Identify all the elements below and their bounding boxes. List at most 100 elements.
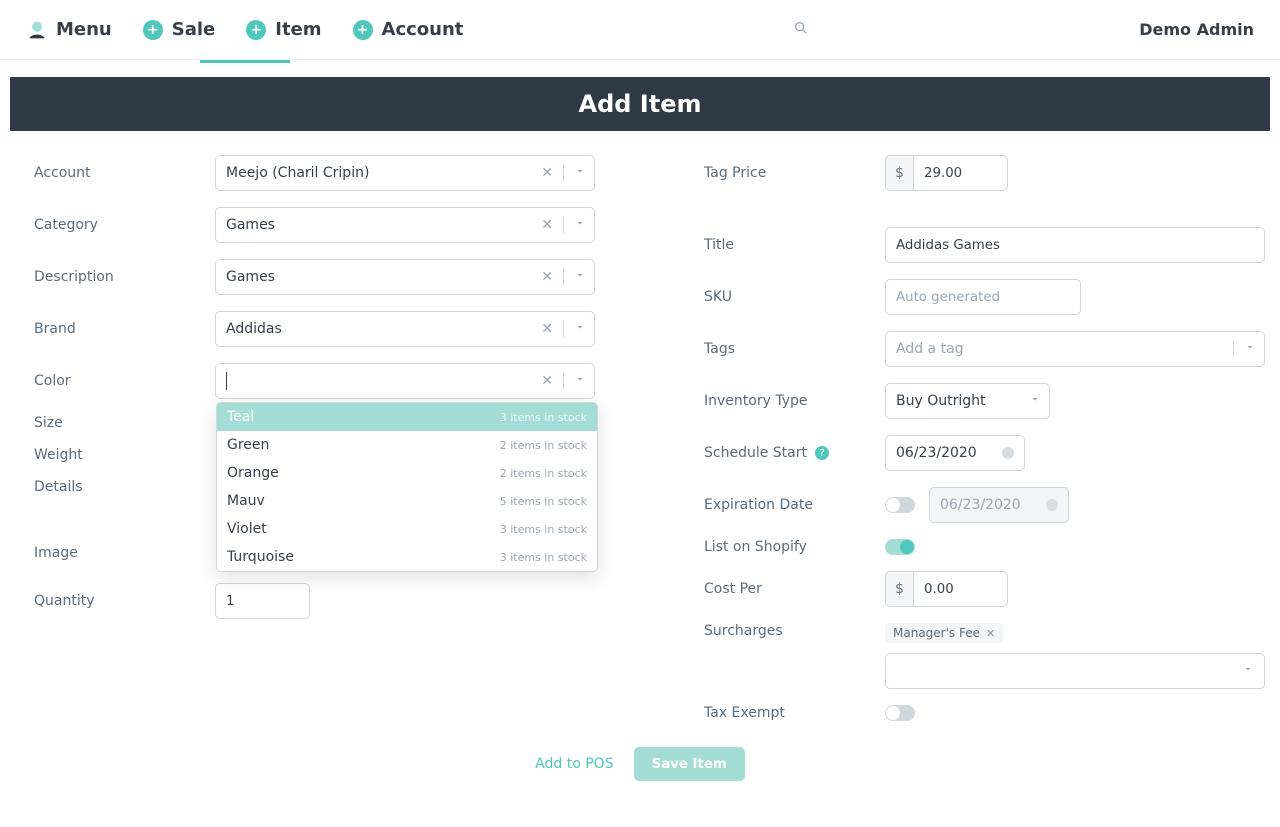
tag-price-field: $ [885,155,1008,191]
remove-chip-icon[interactable]: ✕ [986,627,995,640]
tag-price-input[interactable] [913,155,1008,191]
color-option-stock: 3 items in stock [500,523,587,536]
plus-icon: + [352,19,374,41]
account-select[interactable]: Meejo (Charil Cripin) ✕ [215,155,595,191]
nav-account-label: Account [382,19,464,40]
inventory-type-select[interactable]: Buy Outright [885,383,1050,419]
chevron-down-icon[interactable] [563,165,586,181]
nav-sale[interactable]: + Sale [142,19,216,41]
chevron-down-icon[interactable] [1019,393,1041,409]
color-option[interactable]: Mauv 5 items in stock [217,487,597,515]
color-option-stock: 5 items in stock [500,495,587,508]
list-shopify-label: List on Shopify [704,539,869,555]
chevron-down-icon[interactable] [1242,663,1254,679]
color-option-stock: 2 items in stock [500,467,587,480]
brand-label: Brand [34,321,199,337]
plus-icon: + [142,19,164,41]
chevron-down-icon[interactable] [1233,341,1256,357]
page-title: Add Item [579,90,702,118]
color-option[interactable]: Orange 2 items in stock [217,459,597,487]
weight-label: Weight [34,447,199,463]
description-value: Games [224,269,531,285]
plus-icon: + [245,19,267,41]
active-tab-indicator [200,60,290,63]
nav-sale-label: Sale [172,19,216,40]
nav-item-label: Item [275,19,321,40]
tags-select[interactable]: Add a tag [885,331,1265,367]
surcharges-select[interactable] [885,653,1265,689]
quantity-input[interactable] [215,583,310,619]
help-icon[interactable]: ? [815,446,829,460]
color-option[interactable]: Turquoise 3 items in stock [217,543,597,571]
description-select[interactable]: Games ✕ [215,259,595,295]
clear-icon[interactable]: ✕ [531,165,563,181]
color-option-stock: 3 items in stock [500,411,587,424]
schedule-start-date[interactable]: 06/23/2020 [885,435,1025,471]
chevron-down-icon[interactable] [563,373,586,389]
tax-exempt-toggle[interactable] [885,705,915,721]
image-label: Image [34,545,199,561]
chevron-down-icon[interactable] [563,269,586,285]
color-option-name: Turquoise [227,549,294,565]
sku-label: SKU [704,289,869,305]
current-user[interactable]: Demo Admin [1139,20,1254,39]
expiration-label: Expiration Date [704,497,869,513]
quantity-label: Quantity [34,593,199,609]
tags-label: Tags [704,341,869,357]
color-value [224,372,531,390]
inventory-type-label: Inventory Type [704,393,869,409]
nav-menu-label: Menu [56,19,112,40]
clear-icon[interactable]: ✕ [531,373,563,389]
brand-value: Addidas [224,321,531,337]
color-option[interactable]: Violet 3 items in stock [217,515,597,543]
description-label: Description [34,269,199,285]
clear-icon[interactable]: ✕ [531,217,563,233]
color-option[interactable]: Teal 3 items in stock [217,403,597,431]
surcharges-label: Surcharges [704,623,869,639]
color-option-name: Mauv [227,493,265,509]
cost-per-field: $ [885,571,1008,607]
title-input[interactable] [885,227,1265,263]
sku-input[interactable] [885,279,1081,315]
color-option-name: Orange [227,465,279,481]
nav-item[interactable]: + Item [245,19,321,41]
expiration-date: 06/23/2020 [929,487,1069,523]
clear-icon[interactable]: ✕ [531,269,563,285]
chevron-down-icon[interactable] [563,321,586,337]
inventory-type-value: Buy Outright [894,393,1019,409]
save-item-button[interactable]: Save Item [634,747,745,781]
color-option-stock: 3 items in stock [500,551,587,564]
add-to-pos-link[interactable]: Add to POS [535,756,613,772]
expiration-value: 06/23/2020 [940,497,1021,513]
nav-account[interactable]: + Account [352,19,464,41]
account-value: Meejo (Charil Cripin) [224,165,531,181]
tag-price-label: Tag Price [704,165,869,181]
color-option-name: Teal [227,409,254,425]
title-label: Title [704,237,869,253]
clear-date-icon [1046,499,1058,511]
tax-exempt-label: Tax Exempt [704,705,869,721]
menu-icon [26,19,48,41]
color-select[interactable]: ✕ Teal3 items in stockGreen2 items in st… [215,363,595,399]
category-select[interactable]: Games ✕ [215,207,595,243]
cost-per-input[interactable] [913,571,1008,607]
category-value: Games [224,217,531,233]
color-option-stock: 2 items in stock [500,439,587,452]
chevron-down-icon[interactable] [563,217,586,233]
list-shopify-toggle[interactable] [885,539,915,555]
surcharge-chip: Manager's Fee ✕ [885,623,1003,643]
expiration-toggle[interactable] [885,497,915,513]
color-dropdown: Teal 3 items in stock Green 2 items in stoc… [216,402,598,572]
clear-date-icon[interactable] [1002,447,1014,459]
clear-icon[interactable]: ✕ [531,321,563,337]
color-label: Color [34,373,199,389]
size-label: Size [34,415,199,431]
brand-select[interactable]: Addidas ✕ [215,311,595,347]
color-option-name: Violet [227,521,267,537]
color-option-name: Green [227,437,269,453]
search-icon[interactable] [793,20,809,40]
details-label: Details [34,479,199,495]
cost-per-label: Cost Per [704,581,869,597]
nav-menu[interactable]: Menu [26,19,112,41]
color-option[interactable]: Green 2 items in stock [217,431,597,459]
